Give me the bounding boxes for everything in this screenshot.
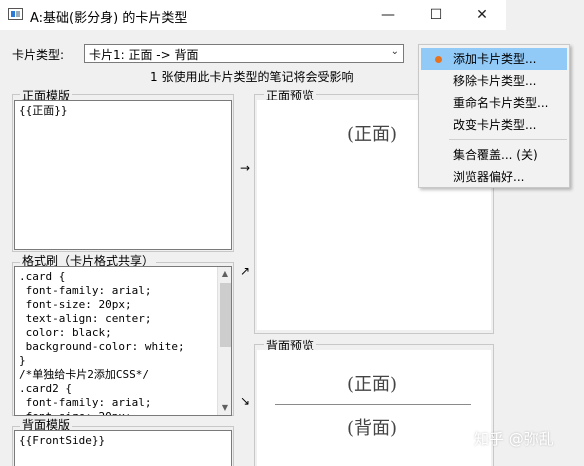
options-menu: 添加卡片类型... 移除卡片类型... 重命名卡片类型... 改变卡片类型...… (418, 44, 570, 188)
answer-divider (275, 404, 471, 405)
affected-notes-notice: 1 张使用此卡片类型的笔记将会受影响 (150, 70, 354, 84)
front-template-editor[interactable]: {{正面}} (14, 100, 232, 250)
back-template-text: {{FrontSide}} (19, 434, 106, 447)
scrollbar-thumb[interactable] (220, 283, 231, 347)
menu-item-rename-card-type[interactable]: 重命名卡片类型... (421, 92, 567, 114)
arrow-down-right-icon: ↘ (240, 394, 251, 408)
selected-bullet-icon (435, 56, 442, 63)
close-icon: ✕ (476, 7, 488, 23)
back-preview-pane: (正面) (背面) (257, 350, 491, 466)
front-preview-text: (正面) (347, 124, 398, 145)
title-bar: A:基础(影分身) 的卡片类型 — ☐ ✕ (0, 0, 506, 30)
card-type-label: 卡片类型: (12, 48, 65, 62)
scroll-up-icon[interactable]: ▲ (218, 267, 231, 281)
menu-separator (449, 139, 567, 140)
window-title: A:基础(影分身) 的卡片类型 (30, 11, 188, 26)
arrow-up-right-icon: ↗ (240, 264, 251, 278)
chevron-down-icon: ⌄ (390, 46, 399, 57)
app-icon (8, 8, 23, 20)
front-template-text: {{正面}} (19, 104, 68, 117)
card-type-select[interactable]: 卡片1: 正面 -> 背面 ⌄ (84, 44, 404, 63)
menu-item-remove-card-type[interactable]: 移除卡片类型... (421, 70, 567, 92)
scroll-down-icon[interactable]: ▼ (218, 401, 231, 415)
back-preview-back-text: (背面) (347, 418, 398, 439)
maximize-button[interactable]: ☐ (414, 0, 458, 30)
menu-item-reposition-card-type[interactable]: 改变卡片类型... (421, 114, 567, 136)
minimize-icon: — (381, 7, 395, 23)
back-template-editor[interactable]: {{FrontSide}} (14, 430, 232, 466)
menu-item-add-card-type[interactable]: 添加卡片类型... (421, 48, 567, 70)
watermark-text: 知乎 @弥乱 (474, 430, 554, 448)
menu-item-browser-appearance[interactable]: 浏览器偏好... (421, 166, 567, 188)
styling-scrollbar[interactable]: ▲ ▼ (217, 267, 231, 415)
card-type-selected: 卡片1: 正面 -> 背面 (89, 48, 199, 62)
minimize-button[interactable]: — (366, 0, 410, 30)
maximize-icon: ☐ (429, 7, 443, 23)
menu-item-deck-override[interactable]: 集合覆盖... (关) (421, 144, 567, 166)
styling-editor[interactable]: .card { font-family: arial; font-size: 2… (14, 266, 232, 416)
back-preview-front-text: (正面) (347, 374, 398, 395)
styling-text: .card { font-family: arial; font-size: 2… (19, 270, 185, 415)
close-button[interactable]: ✕ (460, 0, 504, 30)
arrow-right-icon: → (240, 161, 251, 175)
